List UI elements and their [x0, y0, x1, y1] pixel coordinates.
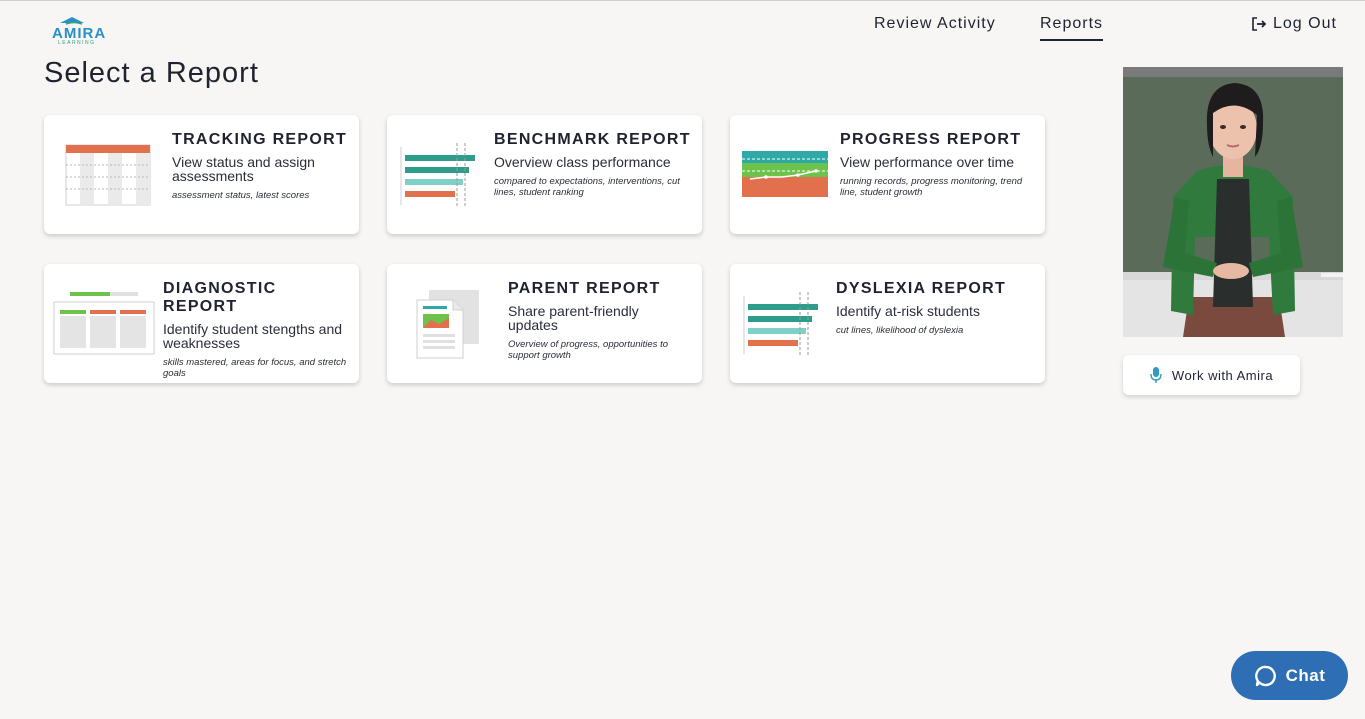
nav-review-activity[interactable]: Review Activity — [874, 15, 996, 33]
diagnostic-report-card[interactable]: DIAGNOSTIC REPORT Identify student steng… — [44, 264, 359, 383]
dyslexia-bars-icon — [743, 292, 818, 356]
logout-label: Log Out — [1273, 15, 1337, 32]
logout-icon — [1252, 17, 1267, 31]
progress-chart-icon — [742, 151, 828, 197]
progress-report-card[interactable]: PROGRESS REPORT View performance over ti… — [730, 115, 1045, 234]
card-title: PROGRESS REPORT — [840, 131, 1022, 148]
card-details: assessment status, latest scores — [172, 190, 310, 201]
card-title: PARENT REPORT — [508, 280, 661, 297]
work-with-amira-button[interactable]: Work with Amira — [1123, 355, 1300, 395]
card-subtitle: Share parent-friendly updates — [508, 303, 639, 333]
microphone-icon — [1150, 367, 1162, 383]
card-subtitle: Identify student stengths and weaknesses — [163, 321, 343, 351]
benchmark-report-card[interactable]: BENCHMARK REPORT Overview class performa… — [387, 115, 702, 234]
card-title: BENCHMARK REPORT — [494, 131, 691, 148]
nav-reports[interactable]: Reports — [1040, 15, 1104, 41]
card-title: DYSLEXIA REPORT — [836, 280, 1007, 297]
page-title: Select a Report — [44, 57, 259, 89]
amira-logo[interactable]: AMIRA LEARNING — [52, 15, 116, 46]
tracking-report-card[interactable]: TRACKING REPORT View status and assign a… — [44, 115, 359, 234]
dyslexia-report-card[interactable]: DYSLEXIA REPORT Identify at-risk student… — [730, 264, 1045, 383]
amira-avatar-image — [1123, 67, 1343, 337]
card-details: skills mastered, areas for focus, and st… — [163, 357, 347, 379]
card-subtitle: View status and assign assessments — [172, 154, 315, 184]
parent-report-card[interactable]: PARENT REPORT Share parent-friendly upda… — [387, 264, 702, 383]
card-title: TRACKING REPORT — [172, 131, 348, 148]
card-details: Overview of progress, opportunities to s… — [508, 339, 668, 361]
chat-label: Chat — [1285, 665, 1326, 685]
parent-document-icon — [416, 290, 479, 359]
amira-avatar-panel — [1123, 67, 1343, 337]
card-subtitle: Identify at-risk students — [836, 303, 980, 319]
chat-button[interactable]: Chat — [1231, 651, 1348, 700]
card-title: DIAGNOSTIC REPORT — [163, 280, 277, 315]
logo-tagline: LEARNING — [58, 40, 96, 46]
card-details: running records, progress monitoring, tr… — [840, 176, 1023, 198]
benchmark-bars-icon — [400, 143, 475, 207]
tracking-table-icon — [65, 144, 151, 206]
chat-bubble-icon — [1254, 665, 1276, 686]
work-with-amira-label: Work with Amira — [1171, 367, 1274, 383]
card-details: cut lines, likelihood of dyslexia — [836, 325, 964, 336]
card-subtitle: Overview class performance — [494, 154, 671, 170]
logout-button[interactable]: Log Out — [1251, 15, 1337, 33]
card-details: compared to expectations, interventions,… — [494, 176, 680, 198]
diagnostic-grid-icon — [53, 292, 155, 355]
card-subtitle: View performance over time — [840, 154, 1015, 170]
